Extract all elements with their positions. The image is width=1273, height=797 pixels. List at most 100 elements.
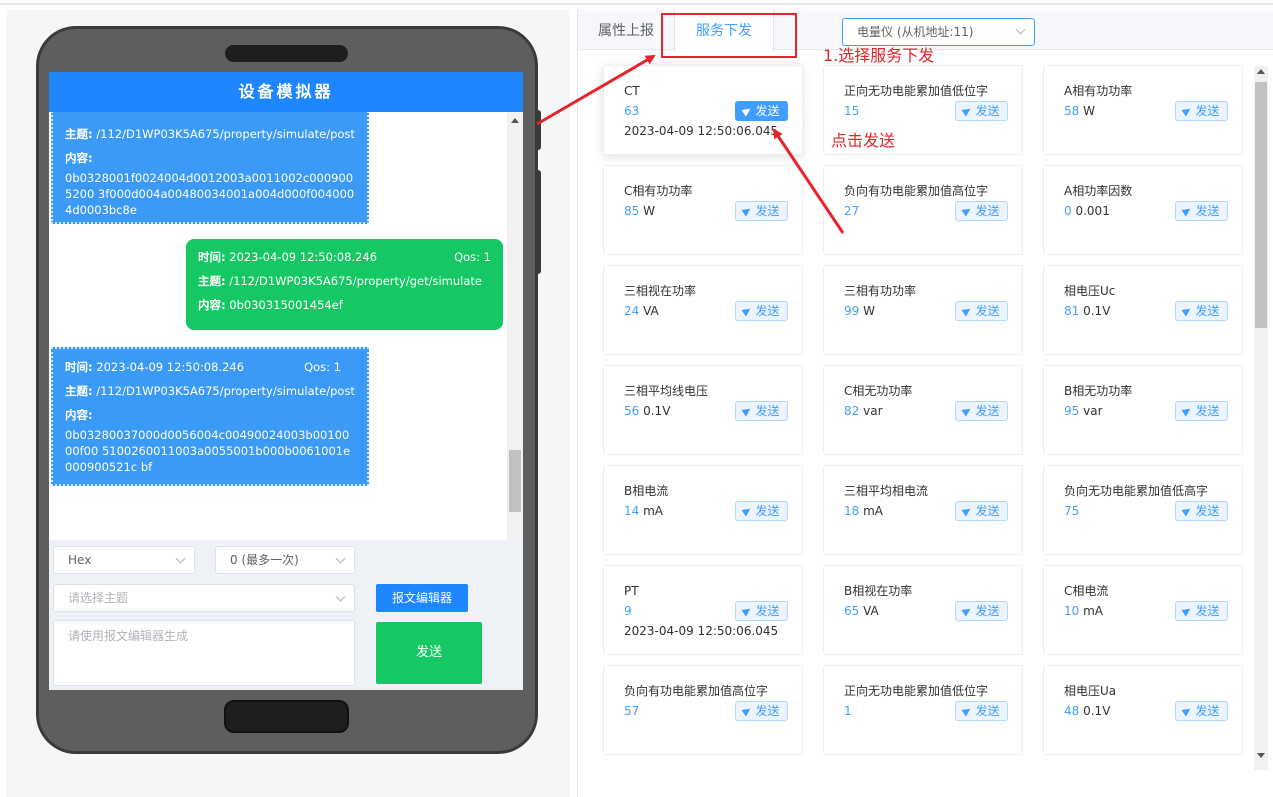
- message-topic: /112/D1WP03K5A675/property/get/simulate: [229, 274, 482, 288]
- format-select[interactable]: Hex: [53, 546, 195, 574]
- chevron-down-icon: [175, 553, 186, 564]
- paper-plane-icon: [1181, 504, 1194, 517]
- service-card-value: 56 0.1V: [624, 404, 670, 418]
- service-card-number: 27: [844, 204, 860, 218]
- send-button[interactable]: 发送: [955, 301, 1008, 321]
- send-button[interactable]: 发送: [1175, 301, 1228, 321]
- send-button[interactable]: 发送: [955, 501, 1008, 521]
- chevron-down-icon: [1015, 24, 1026, 35]
- service-card-name: C相有功功率: [624, 184, 693, 198]
- paper-plane-icon: [741, 104, 754, 117]
- send-button[interactable]: 发送: [735, 601, 788, 621]
- topic-label: 主题:: [65, 127, 93, 141]
- payload-textarea[interactable]: 请使用报文编辑器生成: [53, 620, 355, 686]
- service-card: 负向有功电能累加值高位字 57 发送: [603, 665, 803, 755]
- service-card-name: B相无功功率: [1064, 384, 1133, 398]
- message-content: 0b03280037000d0056004c00490024003b001000…: [65, 428, 351, 474]
- send-button-label: 发送: [1195, 604, 1220, 618]
- service-card-number: 18: [844, 504, 860, 518]
- paper-plane-icon: [961, 204, 974, 217]
- send-button[interactable]: 发送: [1175, 201, 1228, 221]
- service-card-unit: 0.1V: [643, 404, 671, 418]
- scroll-up-arrow-icon[interactable]: [511, 118, 519, 123]
- payload-editor-button[interactable]: 报文编辑器: [376, 584, 468, 612]
- paper-plane-icon: [1181, 404, 1194, 417]
- service-card-name: 正向无功电能累加值低位字: [844, 84, 989, 98]
- service-card-name: 负向无功电能累加值低高字: [1064, 484, 1209, 498]
- send-message-button[interactable]: 发送: [376, 622, 482, 684]
- annotation-highlight-box: [661, 13, 797, 58]
- service-card-name: A相有功功率: [1064, 84, 1133, 98]
- service-card-number: 15: [844, 104, 860, 118]
- service-card: 三相平均线电压 56 0.1V 发送: [603, 365, 803, 455]
- service-card-value: 14 mA: [624, 504, 663, 518]
- send-button[interactable]: 发送: [1175, 601, 1228, 621]
- message-qos: Qos: 1: [304, 360, 341, 374]
- service-card: B相无功功率 95 var 发送: [1043, 365, 1243, 455]
- send-button[interactable]: 发送: [735, 701, 788, 721]
- send-button[interactable]: 发送: [955, 601, 1008, 621]
- service-card-number: 65: [844, 604, 860, 618]
- send-button[interactable]: 发送: [735, 501, 788, 521]
- service-card-name: 相电压Uc: [1064, 284, 1116, 298]
- send-button[interactable]: 发送: [955, 401, 1008, 421]
- send-button[interactable]: 发送: [1175, 101, 1228, 121]
- qos-select[interactable]: 0 (最多一次): [215, 546, 355, 574]
- tab-property-report[interactable]: 属性上报: [578, 10, 674, 50]
- service-card-value: 85 W: [624, 204, 655, 218]
- service-card: 三相有功功率 99 W 发送: [823, 265, 1023, 355]
- scroll-down-arrow-icon[interactable]: [1257, 753, 1265, 758]
- message-list[interactable]: 主题: /112/D1WP03K5A675/property/simulate/…: [49, 112, 523, 540]
- send-button[interactable]: 发送: [735, 401, 788, 421]
- send-button[interactable]: 发送: [955, 701, 1008, 721]
- service-card-value: 24 VA: [624, 304, 659, 318]
- service-card-unit: mA: [863, 504, 884, 518]
- send-button-label: 发送: [755, 104, 780, 118]
- paper-plane-icon: [1181, 104, 1194, 117]
- send-button[interactable]: 发送: [735, 301, 788, 321]
- service-card-number: 58: [1064, 104, 1080, 118]
- send-button[interactable]: 发送: [1175, 501, 1228, 521]
- service-card-name: 三相平均相电流: [844, 484, 929, 498]
- simulator-screen: 设备模拟器 主题: /112/D1WP03K5A675/property/sim…: [49, 72, 523, 690]
- send-button[interactable]: 发送: [1175, 401, 1228, 421]
- service-card: 三相视在功率 24 VA 发送: [603, 265, 803, 355]
- message-bubble-report: 时间: 2023-04-09 12:50:08.246 Qos: 1 主题: /1…: [51, 347, 369, 486]
- time-label: 时间:: [65, 360, 93, 374]
- send-button[interactable]: 发送: [735, 201, 788, 221]
- send-button[interactable]: 发送: [735, 101, 788, 121]
- topic-select[interactable]: 请选择主题: [53, 584, 355, 612]
- send-button-label: 发送: [755, 604, 780, 618]
- service-card-name: 正向无功电能累加值低位字: [844, 684, 989, 698]
- send-button[interactable]: 发送: [1175, 701, 1228, 721]
- paper-plane-icon: [741, 204, 754, 217]
- paper-plane-icon: [961, 304, 974, 317]
- message-content: 0b0328001f0024004d0012003a0011002c000900…: [65, 171, 355, 217]
- send-button-label: 发送: [975, 104, 1000, 118]
- service-card-value: 99 W: [844, 304, 875, 318]
- send-button-label: 发送: [975, 304, 1000, 318]
- service-card: C相电流 10 mA 发送: [1043, 565, 1243, 655]
- scroll-up-arrow-icon[interactable]: [1257, 69, 1265, 74]
- message-scrollbar-thumb[interactable]: [509, 450, 521, 512]
- phone-home-button: [224, 700, 349, 733]
- service-card-number: 85: [624, 204, 640, 218]
- format-select-value: Hex: [68, 553, 92, 567]
- paper-plane-icon: [741, 704, 754, 717]
- service-card-value: 81 0.1V: [1064, 304, 1110, 318]
- message-bubble-report: 主题: /112/D1WP03K5A675/property/simulate/…: [51, 112, 369, 224]
- service-card-unit: mA: [643, 504, 664, 518]
- service-card-number: 0: [1064, 204, 1072, 218]
- send-button[interactable]: 发送: [955, 101, 1008, 121]
- send-button-label: 发送: [755, 704, 780, 718]
- send-button[interactable]: 发送: [955, 201, 1008, 221]
- service-card-unit: 0.1V: [1083, 304, 1111, 318]
- service-card-value: 82 var: [844, 404, 883, 418]
- paper-plane-icon: [741, 604, 754, 617]
- service-card-value: 10 mA: [1064, 604, 1103, 618]
- service-card-number: 99: [844, 304, 860, 318]
- send-button-label: 发送: [755, 504, 780, 518]
- card-scrollbar-thumb[interactable]: [1255, 82, 1267, 328]
- service-card: C相无功功率 82 var 发送: [823, 365, 1023, 455]
- service-card-number: 14: [624, 504, 640, 518]
